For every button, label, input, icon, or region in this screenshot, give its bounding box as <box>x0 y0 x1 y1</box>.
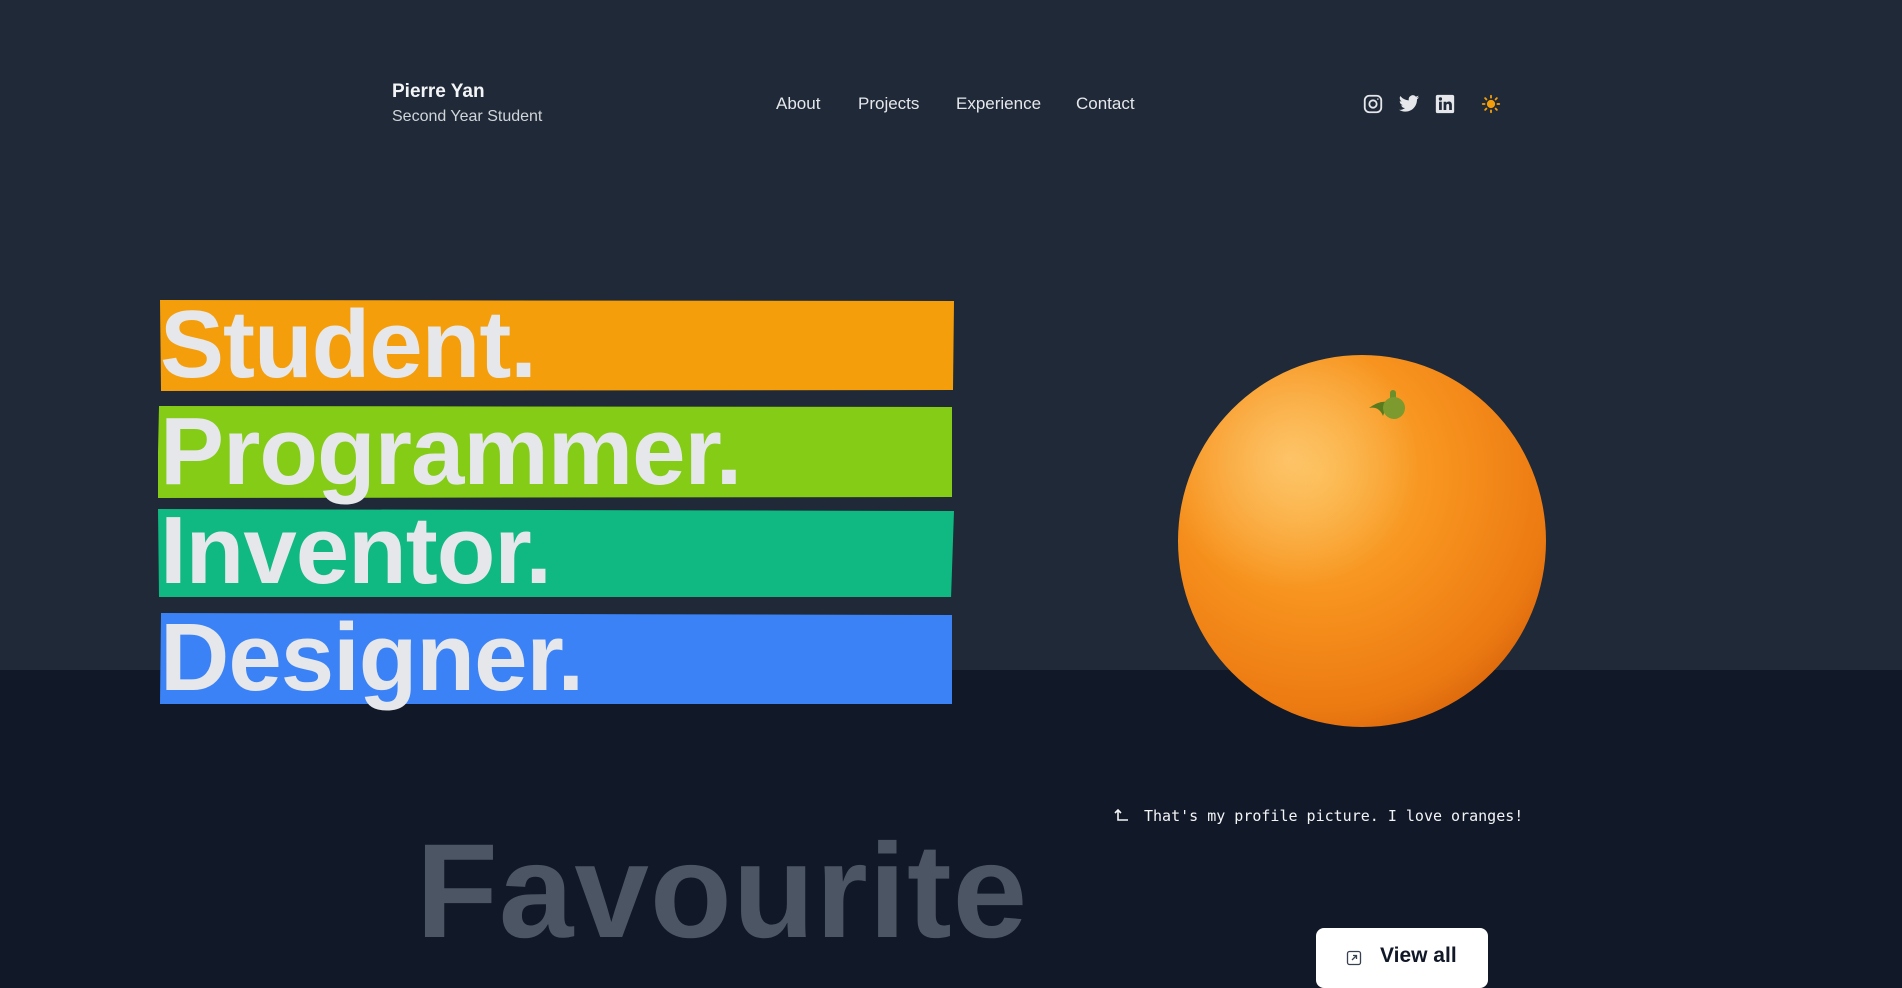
nav-contact[interactable]: Contact <box>1076 93 1135 115</box>
linkedin-icon[interactable] <box>1434 93 1456 115</box>
external-link-icon <box>1346 950 1362 966</box>
hero-word-inventor: Inventor. <box>158 501 954 601</box>
hero-word-text: Designer. <box>160 604 584 711</box>
nav-about[interactable]: About <box>776 93 820 115</box>
hero-word-designer: Designer. <box>158 608 954 708</box>
hero-word-text: Student. <box>160 291 537 398</box>
profile-caption: That's my profile picture. I love orange… <box>1112 806 1523 826</box>
hero-word-text: Programmer. <box>160 398 742 505</box>
favourite-heading: Favourite <box>416 817 1029 966</box>
hero-word-programmer: Programmer. <box>158 402 954 502</box>
arrow-up-left-icon <box>1114 808 1128 821</box>
view-all-label: View all <box>1380 944 1457 967</box>
nav-experience[interactable]: Experience <box>956 93 1041 115</box>
view-all-button[interactable]: View all <box>1316 928 1488 988</box>
site-owner-name[interactable]: Pierre Yan <box>392 80 542 104</box>
site-owner-subtitle: Second Year Student <box>392 108 543 125</box>
hero-word-student: Student. <box>158 295 954 395</box>
nav-projects[interactable]: Projects <box>858 93 919 115</box>
brand[interactable]: Pierre Yan Second Year Student <box>392 80 542 128</box>
sun-icon[interactable] <box>1480 93 1502 115</box>
caption-text: That's my profile picture. I love orange… <box>1144 807 1524 825</box>
instagram-icon[interactable] <box>1362 93 1384 115</box>
twitter-icon[interactable] <box>1398 93 1420 115</box>
profile-picture-orange <box>1176 352 1548 728</box>
hero-word-text: Inventor. <box>160 497 552 604</box>
